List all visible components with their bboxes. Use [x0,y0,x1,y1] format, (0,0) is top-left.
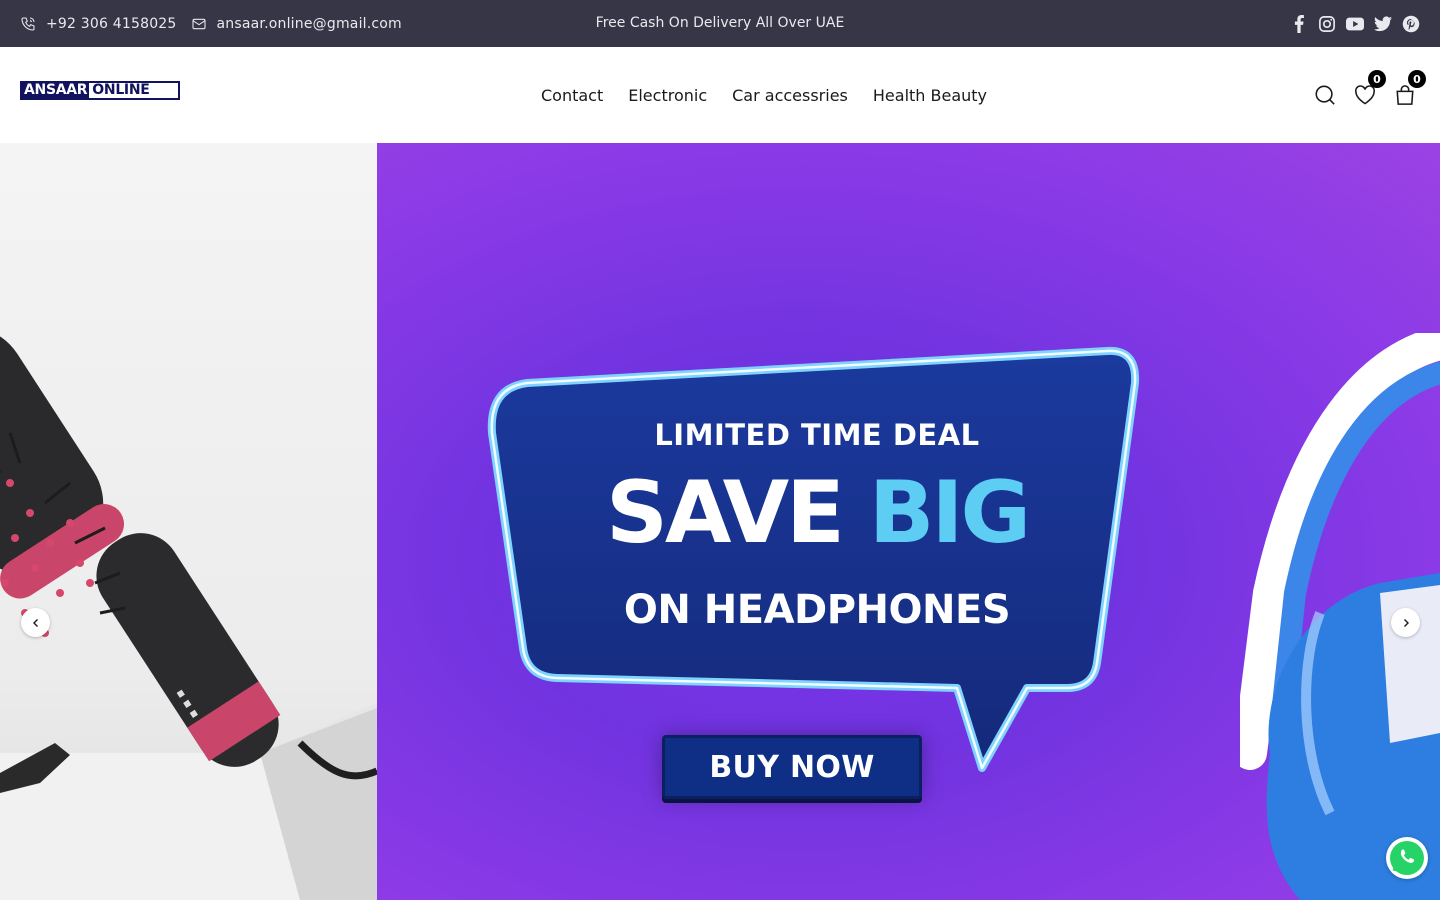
header-actions: 0 0 [1296,47,1426,143]
main-nav: Contact Electronic Car accessries Health… [541,47,1012,143]
email-link[interactable]: ansaar.online@gmail.com [191,16,402,32]
social-links [1280,0,1420,47]
heart-icon [1355,85,1375,105]
slider-prev-button[interactable] [21,608,50,637]
chevron-left-icon [32,618,38,627]
deal-save-word: SAVE [605,463,845,563]
search-icon [1315,85,1335,105]
hero-slider: LIMITED TIME DEAL SAVE BIG ON HEADPHONES… [0,143,1440,900]
deal-save-big: SAVE BIG [487,463,1147,563]
chevron-right-icon [1403,618,1409,627]
logo-text-online: ONLINE [92,82,150,98]
deal-headline: LIMITED TIME DEAL [654,418,980,452]
phone-icon [21,16,35,31]
youtube-icon[interactable] [1346,15,1364,33]
whatsapp-icon [1390,841,1424,875]
slide-hair-brush[interactable] [0,143,377,900]
facebook-icon[interactable] [1290,14,1308,33]
site-logo[interactable]: ANSAAR ONLINE [20,81,180,100]
deal-big-word: BIG [868,463,1031,563]
cart-button[interactable]: 0 [1394,70,1426,106]
slide-headphone-deal[interactable]: LIMITED TIME DEAL SAVE BIG ON HEADPHONES… [377,143,1440,900]
phone-link[interactable]: +92 306 4158025 [20,16,177,32]
nav-item-health-beauty[interactable]: Health Beauty [873,86,987,105]
pinterest-icon[interactable] [1402,15,1420,33]
cart-count-badge: 0 [1408,70,1426,88]
nav-item-car-accessories[interactable]: Car accessries [732,86,848,105]
phone-number: +92 306 4158025 [46,15,177,32]
instagram-icon[interactable] [1318,15,1336,33]
nav-item-contact[interactable]: Contact [541,86,603,105]
site-header: ANSAAR ONLINE Contact Electronic Car acc… [0,47,1440,143]
slider-next-button[interactable] [1391,608,1420,637]
nav-item-electronic[interactable]: Electronic [628,86,707,105]
twitter-icon[interactable] [1374,15,1392,33]
search-button[interactable] [1314,84,1336,106]
contact-info: +92 306 4158025 ansaar.online@gmail.com [20,0,416,47]
shopping-bag-icon [1396,85,1414,105]
deal-subline: ON HEADPHONES [623,587,1011,633]
logo-text-ansaar: ANSAAR [22,82,90,98]
whatsapp-chat-button[interactable] [1386,837,1428,879]
mail-icon [191,18,206,29]
top-bar: +92 306 4158025 ansaar.online@gmail.com … [0,0,1440,47]
wishlist-button[interactable]: 0 [1354,70,1386,106]
buy-now-button[interactable]: BUY NOW [662,735,922,799]
email-address: ansaar.online@gmail.com [216,15,402,32]
hair-brush-image [0,326,377,900]
wishlist-count-badge: 0 [1368,70,1386,88]
